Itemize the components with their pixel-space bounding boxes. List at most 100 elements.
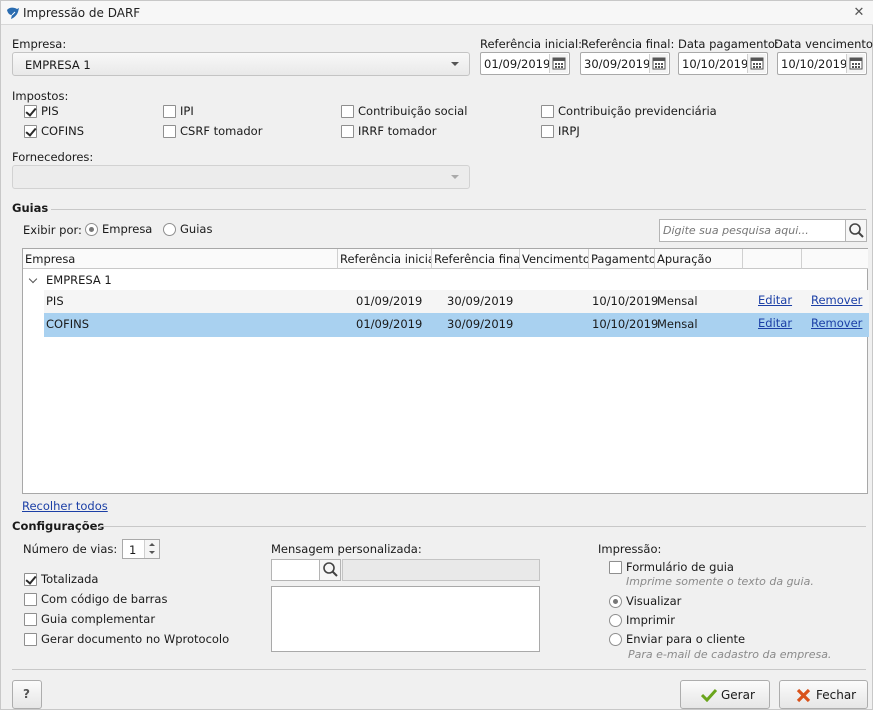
checkbox-totalizada[interactable] [24, 573, 37, 586]
config-divider [99, 526, 866, 527]
data-vencimento-field[interactable]: 10/10/2019 [777, 52, 867, 75]
row-name: PIS [46, 294, 64, 308]
col-header-vencimento[interactable]: Vencimento [520, 249, 589, 269]
fechar-button[interactable]: Fechar [779, 680, 868, 709]
checkbox-contribuicao-social-label: Contribuição social [358, 104, 468, 118]
radio-visualizar-label: Visualizar [626, 594, 682, 608]
checkbox-irpj-label: IRPJ [558, 124, 580, 138]
vias-label: Número de vias: [23, 542, 118, 556]
chevron-down-icon[interactable] [28, 274, 38, 284]
mensagem-textarea[interactable] [271, 586, 540, 652]
help-button[interactable]: ? [12, 680, 42, 709]
chevron-down-icon [451, 62, 459, 66]
col-header-apuracao[interactable]: Apuração [655, 249, 743, 269]
mensagem-code-input[interactable] [271, 559, 341, 581]
mensagem-description-field [342, 559, 540, 581]
checkbox-pis-label: PIS [41, 104, 59, 118]
stepper-arrows-icon[interactable] [144, 540, 159, 558]
edit-link[interactable]: Editar [758, 293, 792, 307]
group-row-empresa[interactable]: EMPRESA 1 [24, 270, 869, 290]
data-vencimento-label: Data vencimento: [774, 37, 873, 51]
radio-exibir-empresa-label: Empresa [102, 222, 153, 236]
radio-visualizar[interactable] [609, 595, 622, 608]
close-icon[interactable]: ✕ [851, 5, 867, 21]
radio-enviar-cliente[interactable] [609, 633, 622, 646]
calendar-icon[interactable] [649, 54, 668, 73]
gerar-button-label: Gerar [721, 688, 755, 702]
guias-search-placeholder: Digite sua pesquisa aqui... [663, 224, 809, 237]
guias-table: Empresa Referência inicial Referência fi… [22, 248, 869, 494]
recolher-todos-link[interactable]: Recolher todos [22, 499, 108, 513]
col-header-empresa[interactable]: Empresa [23, 249, 338, 269]
title-bar: Impressão de DARF ✕ [1, 1, 873, 25]
fechar-button-label: Fechar [816, 688, 857, 702]
empresa-select-value: EMPRESA 1 [25, 58, 91, 72]
checkbox-formulario-guia[interactable] [609, 561, 622, 574]
radio-exibir-guias[interactable] [163, 223, 176, 236]
row-ref-final: 30/09/2019 [447, 317, 514, 331]
checkbox-wprotocolo-label: Gerar documento no Wprotocolo [41, 632, 230, 646]
remove-link[interactable]: Remover [811, 293, 862, 307]
checkbox-csrf[interactable] [163, 125, 176, 138]
gerar-button[interactable]: Gerar [680, 680, 770, 709]
radio-enviar-cliente-label: Enviar para o cliente [626, 632, 746, 646]
calendar-icon[interactable] [846, 54, 865, 73]
col-header-ref-final[interactable]: Referência final [432, 249, 520, 269]
table-row[interactable]: PIS 01/09/2019 30/09/2019 10/10/2019 Men… [44, 290, 869, 313]
data-pagamento-field[interactable]: 10/10/2019 [678, 52, 768, 75]
col-header-pagamento[interactable]: Pagamento [589, 249, 655, 269]
radio-imprimir[interactable] [609, 614, 622, 627]
radio-exibir-guias-label: Guias [180, 222, 213, 236]
checkbox-irpj[interactable] [541, 125, 554, 138]
table-row[interactable]: COFINS 01/09/2019 30/09/2019 10/10/2019 … [44, 313, 869, 337]
checkbox-contribuicao-social[interactable] [341, 105, 354, 118]
col-header-remove [802, 249, 868, 269]
row-ref-inicial: 01/09/2019 [356, 294, 423, 308]
ref-final-field[interactable]: 30/09/2019 [580, 52, 670, 75]
empresa-select[interactable]: EMPRESA 1 [12, 52, 470, 76]
vias-value: 1 [129, 543, 137, 557]
calendar-icon[interactable] [549, 54, 568, 73]
vias-stepper[interactable]: 1 [122, 539, 160, 559]
edit-link[interactable]: Editar [758, 316, 792, 330]
checkbox-contribuicao-previdenciaria[interactable] [541, 105, 554, 118]
checkbox-cofins[interactable] [24, 125, 37, 138]
checkbox-contribuicao-previdenciaria-label: Contribuição previdenciária [558, 104, 717, 118]
guias-search[interactable]: Digite sua pesquisa aqui... [659, 219, 867, 242]
impostos-label: Impostos: [12, 89, 69, 103]
radio-imprimir-label: Imprimir [626, 613, 675, 627]
checkbox-ipi[interactable] [163, 105, 176, 118]
col-header-edit [743, 249, 802, 269]
search-icon[interactable] [845, 220, 866, 241]
data-pagamento-label: Data pagamento: [678, 37, 779, 51]
col-header-ref-inicial[interactable]: Referência inicial [338, 249, 432, 269]
fornecedores-select[interactable] [12, 165, 470, 189]
group-row-label: EMPRESA 1 [46, 273, 112, 287]
remove-link[interactable]: Remover [811, 316, 862, 330]
row-ref-inicial: 01/09/2019 [356, 317, 423, 331]
ref-final-value: 30/09/2019 [584, 57, 651, 71]
checkbox-formulario-guia-label: Formulário de guia [626, 560, 734, 574]
checkbox-irrf[interactable] [341, 125, 354, 138]
calendar-icon[interactable] [747, 54, 766, 73]
checkbox-codigo-barras-label: Com código de barras [41, 592, 168, 606]
checkbox-wprotocolo[interactable] [24, 633, 37, 646]
checkbox-guia-complementar-label: Guia complementar [41, 612, 156, 626]
row-pagamento: 10/10/2019 [592, 317, 659, 331]
footer-divider [12, 669, 866, 670]
checkbox-cofins-label: COFINS [41, 124, 84, 138]
checkbox-pis[interactable] [24, 105, 37, 118]
search-icon[interactable] [319, 560, 340, 580]
checkbox-codigo-barras[interactable] [24, 593, 37, 606]
guias-section-title: Guias [12, 201, 49, 215]
ref-inicial-field[interactable]: 01/09/2019 [480, 52, 570, 75]
data-pagamento-value: 10/10/2019 [682, 57, 749, 71]
row-apuracao: Mensal [657, 294, 698, 308]
close-icon [796, 688, 811, 706]
radio-exibir-empresa[interactable] [85, 223, 98, 236]
help-icon: ? [23, 687, 30, 701]
chevron-down-icon [451, 175, 459, 179]
darf-print-dialog: Impressão de DARF ✕ Empresa: EMPRESA 1 R… [0, 0, 873, 710]
checkbox-ipi-label: IPI [180, 104, 194, 118]
checkbox-guia-complementar[interactable] [24, 613, 37, 626]
